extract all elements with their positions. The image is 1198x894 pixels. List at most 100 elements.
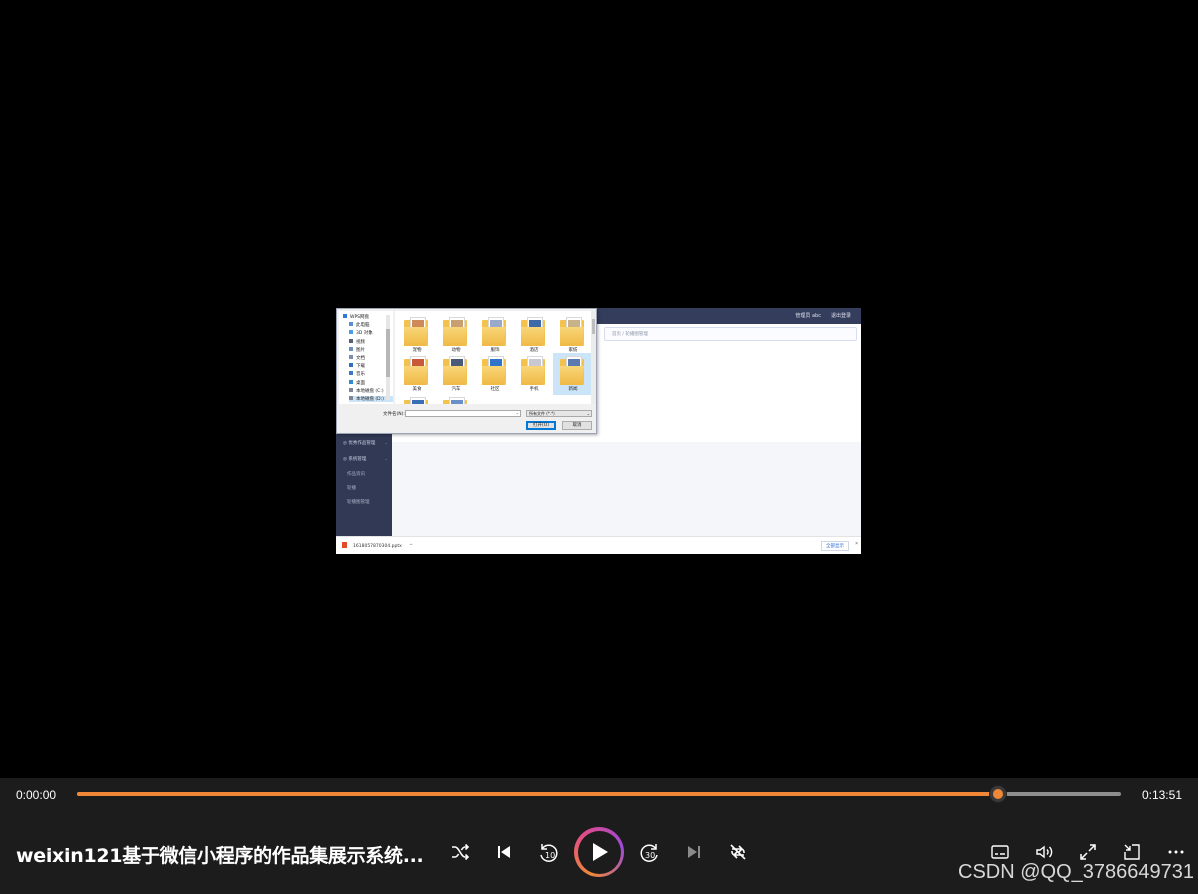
sidebar-item-label: 作品资讯 [347, 472, 365, 477]
folder-icon [521, 327, 545, 346]
sidebar-item-label: 轮播 [347, 486, 356, 491]
cancel-button: 取消 [562, 421, 592, 430]
folder-label: 汽车 [451, 387, 461, 392]
folder-icon [349, 371, 353, 376]
close-icon: × [855, 541, 858, 547]
folder-label: 酒店 [529, 348, 539, 353]
folder-icon [560, 327, 584, 346]
player-control-bar: 0:00:00 0:13:51 weixin121基于微信小程序的作品集展示系统… [0, 778, 1198, 894]
nav-item: 本地磁盘 (C:) [349, 387, 384, 394]
dialog-file-grid: 宠物 动物 服饰 酒店 家纺美食 汽车 社区 手机 新闻 [395, 311, 591, 404]
folder-icon [482, 366, 506, 385]
filename-input: ⌄ [405, 410, 521, 417]
folder-icon [349, 346, 353, 351]
folder-item: 社区 [480, 356, 510, 394]
download-item: 1618057870304.pptx ^ [342, 542, 413, 549]
folder-icon [343, 314, 347, 318]
folder-item: 宠物 [402, 317, 432, 355]
sidebar-item: 作品资讯 [336, 471, 392, 477]
previous-button[interactable] [489, 837, 519, 867]
repeat-button[interactable] [723, 837, 753, 867]
sidebar-item-label: 优秀作品管理 [348, 441, 376, 446]
files-scrollbar [591, 311, 596, 404]
shuffle-button[interactable] [445, 837, 475, 867]
current-time: 0:00:00 [16, 788, 57, 802]
breadcrumb: 首页 / 轮播图管理 [604, 327, 857, 341]
mini-player-icon [1124, 844, 1140, 860]
folder-icon [349, 379, 353, 384]
folder-label: 宠物 [412, 348, 422, 353]
open-button: 打开(O) [526, 421, 556, 430]
svg-text:10: 10 [545, 851, 555, 860]
shuffle-icon [452, 843, 470, 861]
nav-item: 文档 [349, 355, 365, 361]
chevron-down-icon: ⌄ [384, 440, 388, 445]
nav-item: 此电脑 [349, 322, 370, 328]
folder-item: 家纺 [558, 317, 588, 355]
rewind-10-button[interactable]: 10 [533, 837, 563, 867]
download-bar: 1618057870304.pptx ^ 全部显示 × [336, 536, 861, 554]
more-icon [1168, 850, 1184, 854]
folder-icon [404, 366, 428, 385]
folder-icon [521, 366, 545, 385]
folder-label: 美食 [412, 387, 422, 392]
fullscreen-icon [1080, 844, 1096, 860]
folder-item: 酒店 [519, 317, 549, 355]
folder-label: 新闻 [568, 387, 578, 392]
sidebar-item-label: 轮播图管理 [347, 500, 370, 505]
video-frame: 管理员 abc 退出登录 ◎ 优秀作品管理 ⌄ ◎ 系统管理 ⌄ 作品资讯 轮播 轮播图管理 … [336, 308, 861, 554]
forward-30-button[interactable]: 30 [635, 837, 665, 867]
folder-icon [349, 355, 353, 359]
folder-icon [349, 387, 353, 392]
seek-bar-fill [77, 792, 998, 796]
nav-item: WPS网盘 [343, 314, 369, 320]
admin-label: 管理员 abc [795, 313, 821, 319]
download-filename: 1618057870304.pptx [353, 544, 402, 549]
folder-label: 服饰 [490, 348, 500, 353]
folder-item [402, 397, 432, 404]
video-viewport[interactable]: 管理员 abc 退出登录 ◎ 优秀作品管理 ⌄ ◎ 系统管理 ⌄ 作品资讯 轮播 轮播图管理 … [0, 0, 1198, 778]
folder-item: 新闻 [553, 353, 591, 395]
sidebar-item: 轮播 [336, 485, 392, 491]
forward-30-icon: 30 [640, 844, 658, 862]
nav-item: 图片 [349, 346, 365, 353]
watermark: CSDN @QQ_3786649731 [958, 861, 1194, 883]
folder-label: 动物 [451, 348, 461, 353]
chevron-down-icon: ⌄ [384, 456, 388, 461]
folder-icon [443, 366, 467, 385]
nav-item: 下载 [349, 363, 365, 369]
next-button[interactable] [679, 837, 709, 867]
folder-icon [349, 330, 353, 335]
folder-item: 美食 [402, 356, 432, 394]
folder-item: 动物 [441, 317, 471, 355]
previous-icon [498, 846, 510, 858]
folder-item: 手机 [519, 356, 549, 394]
play-button[interactable] [574, 827, 624, 877]
filetype-select: 所有文件 (*.*) ⌄ [526, 410, 592, 417]
seek-thumb[interactable] [989, 786, 1006, 802]
rewind-10-icon: 10 [540, 844, 558, 862]
folder-item: 服饰 [480, 317, 510, 355]
show-all-button: 全部显示 [821, 541, 849, 551]
folder-icon [560, 366, 584, 385]
content-footer-area [392, 442, 861, 536]
folder-icon [443, 327, 467, 346]
total-time: 0:13:51 [1141, 788, 1182, 802]
next-icon [688, 846, 700, 858]
seek-bar[interactable] [77, 786, 1121, 802]
play-icon [593, 843, 608, 861]
nav-item: 3D 对象 [349, 330, 373, 336]
volume-icon [1036, 845, 1053, 859]
filename-label: 文件名(N): [383, 412, 405, 417]
folder-icon [349, 338, 353, 343]
folder-icon [349, 363, 353, 368]
folder-item [441, 397, 471, 404]
folder-icon [349, 322, 353, 327]
chevron-down-icon: ⌄ [515, 410, 519, 415]
folder-item: 汽车 [441, 356, 471, 394]
open-file-dialog: WPS网盘 此电脑 3D 对象 视频 图片 文档 下载 音乐 桌面 本地磁盘 (C:) 本地磁盘 (… [336, 308, 597, 434]
folder-icon [404, 327, 428, 346]
sidebar-item-label: 系统管理 [348, 457, 367, 462]
nav-item: 音乐 [349, 371, 365, 377]
dialog-nav-pane: WPS网盘 此电脑 3D 对象 视频 图片 文档 下载 音乐 桌面 本地磁盘 (C:) 本地磁盘 (… [339, 311, 393, 404]
